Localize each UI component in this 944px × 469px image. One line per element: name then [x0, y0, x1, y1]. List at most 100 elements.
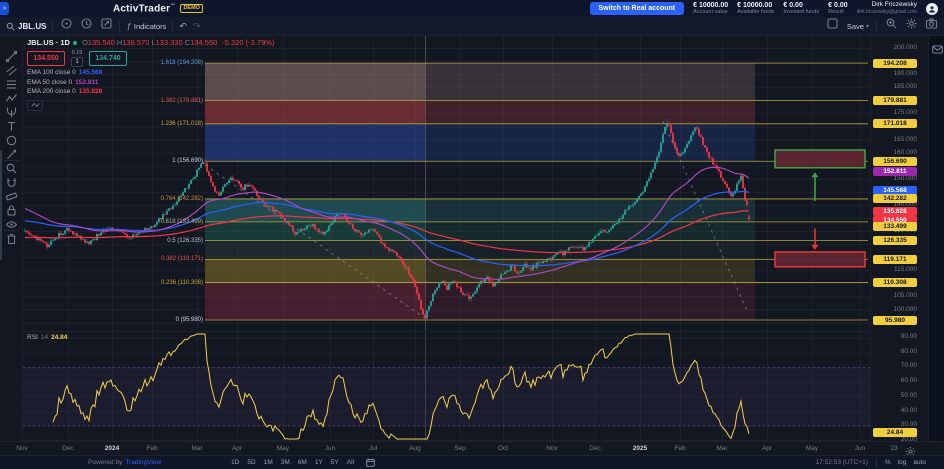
chevron-down-icon: ▾	[866, 23, 869, 30]
camera-button[interactable]	[924, 19, 938, 33]
trash-button[interactable]	[5, 234, 18, 247]
time-axis-label: Jul	[359, 445, 387, 452]
fib-level-label: 0.618 (133.499)	[113, 218, 203, 226]
date-range-button[interactable]	[366, 458, 375, 467]
fx-icon: ƒ	[126, 22, 130, 31]
rsi-axis-label: 70.00	[875, 362, 917, 370]
ema-indicator-row[interactable]: EMA 50 close 0152.811	[27, 80, 274, 87]
fib-price-badge: 171.018	[873, 119, 917, 128]
switch-to-real-button[interactable]: Switch to Real account	[590, 2, 685, 15]
rsi-value-badge: 24.84	[873, 428, 917, 437]
spread-lot: 0.19 1	[67, 51, 87, 68]
symbol-search[interactable]: JBL.US	[6, 22, 46, 31]
range-button-1d[interactable]: 1D	[231, 459, 239, 466]
price-axis-label: 175.000	[875, 109, 917, 117]
settings-gear-icon	[905, 17, 918, 35]
price-axis-label: 190.000	[875, 70, 917, 78]
sell-button[interactable]: 134.550	[27, 51, 65, 66]
ohlc-value: 135.540	[88, 38, 115, 47]
rsi-name: RSI	[27, 334, 38, 341]
time-axis-label: Nov	[8, 445, 36, 452]
scale-button-%[interactable]: %	[885, 459, 891, 466]
redo-button[interactable]: ↷	[193, 21, 201, 32]
avatar[interactable]	[926, 3, 938, 15]
price-axis-label: 165.000	[875, 136, 917, 144]
envelope-icon	[932, 45, 943, 54]
price-axis[interactable]: 200.000190.000185.000175.000165.000160.0…	[870, 36, 928, 455]
rsi-chart-canvas[interactable]	[23, 331, 870, 441]
ema-name: EMA 50 close 0	[27, 80, 72, 87]
price-axis-label: 115.000	[875, 266, 917, 274]
range-button-5d[interactable]: 5D	[247, 459, 255, 466]
ohlc-value: 136.570	[122, 38, 149, 47]
alert-button[interactable]	[79, 19, 93, 33]
user-icon	[928, 5, 936, 13]
messages-button[interactable]	[931, 44, 943, 55]
ohlc-value: 134.550	[190, 38, 217, 47]
powered-by-label: Powered by	[88, 459, 122, 466]
tradingview-link[interactable]: TradingView	[125, 459, 161, 466]
symbol-label: JBL.US	[18, 22, 46, 31]
rsi-period: 14	[41, 334, 48, 341]
range-button-all[interactable]: All	[347, 459, 354, 466]
rsi-value: 24.84	[51, 334, 67, 341]
fib-price-badge: 133.499	[873, 222, 917, 231]
fib-level-label: 0 (95.980)	[113, 316, 203, 324]
time-axis-label: Aug	[401, 445, 429, 452]
price-axis-label: 100.000	[875, 306, 917, 314]
layout-grid-button[interactable]	[826, 19, 840, 33]
divider	[876, 21, 877, 32]
compare-icon	[100, 17, 113, 35]
save-button[interactable]: Save▾	[847, 22, 869, 31]
ema-name: EMA 100 close 0	[27, 70, 76, 77]
header-right: Switch to Real account € 10000.00Account…	[590, 2, 944, 16]
range-button-1y[interactable]: 1Y	[315, 459, 323, 466]
rsi-axis-label: 90.00	[875, 333, 917, 341]
fib-price-badge: 126.335	[873, 236, 917, 245]
rsi-axis-label: 50.00	[875, 392, 917, 400]
time-axis-label: May	[798, 445, 826, 452]
time-axis[interactable]: NovDec2024FebMarAprMayJunJulAugSepOctNov…	[0, 441, 944, 455]
scale-button-log[interactable]: log	[898, 459, 907, 466]
zoom-in-button[interactable]	[884, 19, 898, 33]
account-value-stat: € 10000.00Account value	[693, 2, 728, 16]
fib-price-badge: 156.690	[873, 157, 917, 166]
scale-button-auto[interactable]: auto	[913, 459, 926, 466]
toolbar-right: Save▾	[826, 19, 938, 33]
search-icon	[6, 22, 15, 31]
invested-funds-stat: € 0.00Invested funds	[783, 2, 819, 16]
fib-price-badge: 142.282	[873, 194, 917, 203]
fib-level-label: 0.236 (110.308)	[113, 279, 203, 287]
chart-legend: JBL.US · 1D O135.540H136.570L133.330C134…	[27, 39, 274, 111]
sidebar-expand-button[interactable]: »	[0, 2, 9, 15]
trademark: ™	[170, 3, 175, 9]
rail-divider	[4, 230, 19, 231]
chart-style-button[interactable]	[59, 19, 73, 33]
lot-input[interactable]: 1	[71, 57, 82, 67]
undo-button[interactable]: ↶	[179, 21, 187, 32]
indicators-button[interactable]: ƒ Indicators	[126, 22, 166, 31]
price-axis-label: 160.000	[875, 149, 917, 157]
layout-grid-icon	[826, 17, 839, 35]
ema-indicator-row[interactable]: EMA 200 close 0135.828	[27, 89, 274, 96]
fib-price-badge: 194.208	[873, 59, 917, 68]
time-axis-label: Dec	[581, 445, 609, 452]
time-axis-label: Mar	[183, 445, 211, 452]
range-button-5y[interactable]: 5Y	[331, 459, 339, 466]
range-button-6m[interactable]: 6M	[298, 459, 307, 466]
rail-scrollbar[interactable]	[0, 150, 2, 260]
ema-value: 135.828	[79, 89, 103, 96]
buy-button[interactable]: 134.740	[89, 51, 127, 66]
settings-gear-button[interactable]	[904, 19, 918, 33]
fib-level-label: 1.236 (171.018)	[113, 120, 203, 128]
user-info: Dirk Friczewskydirk.friczewsky@gmail.com	[857, 2, 917, 15]
range-button-3m[interactable]: 3M	[281, 459, 290, 466]
ema-indicator-row[interactable]: EMA 100 close 0145.568	[27, 70, 274, 77]
ema-name: EMA 200 close 0	[27, 89, 76, 96]
legend-collapse-button[interactable]	[27, 100, 43, 111]
range-button-1m[interactable]: 1M	[264, 459, 273, 466]
top-header: » ActivTrader™ DEMO Switch to Real accou…	[0, 0, 944, 17]
ohlc-value: 133.330	[156, 38, 183, 47]
rsi-legend[interactable]: RSI 14 24.84	[27, 334, 67, 341]
compare-button[interactable]	[99, 19, 113, 33]
